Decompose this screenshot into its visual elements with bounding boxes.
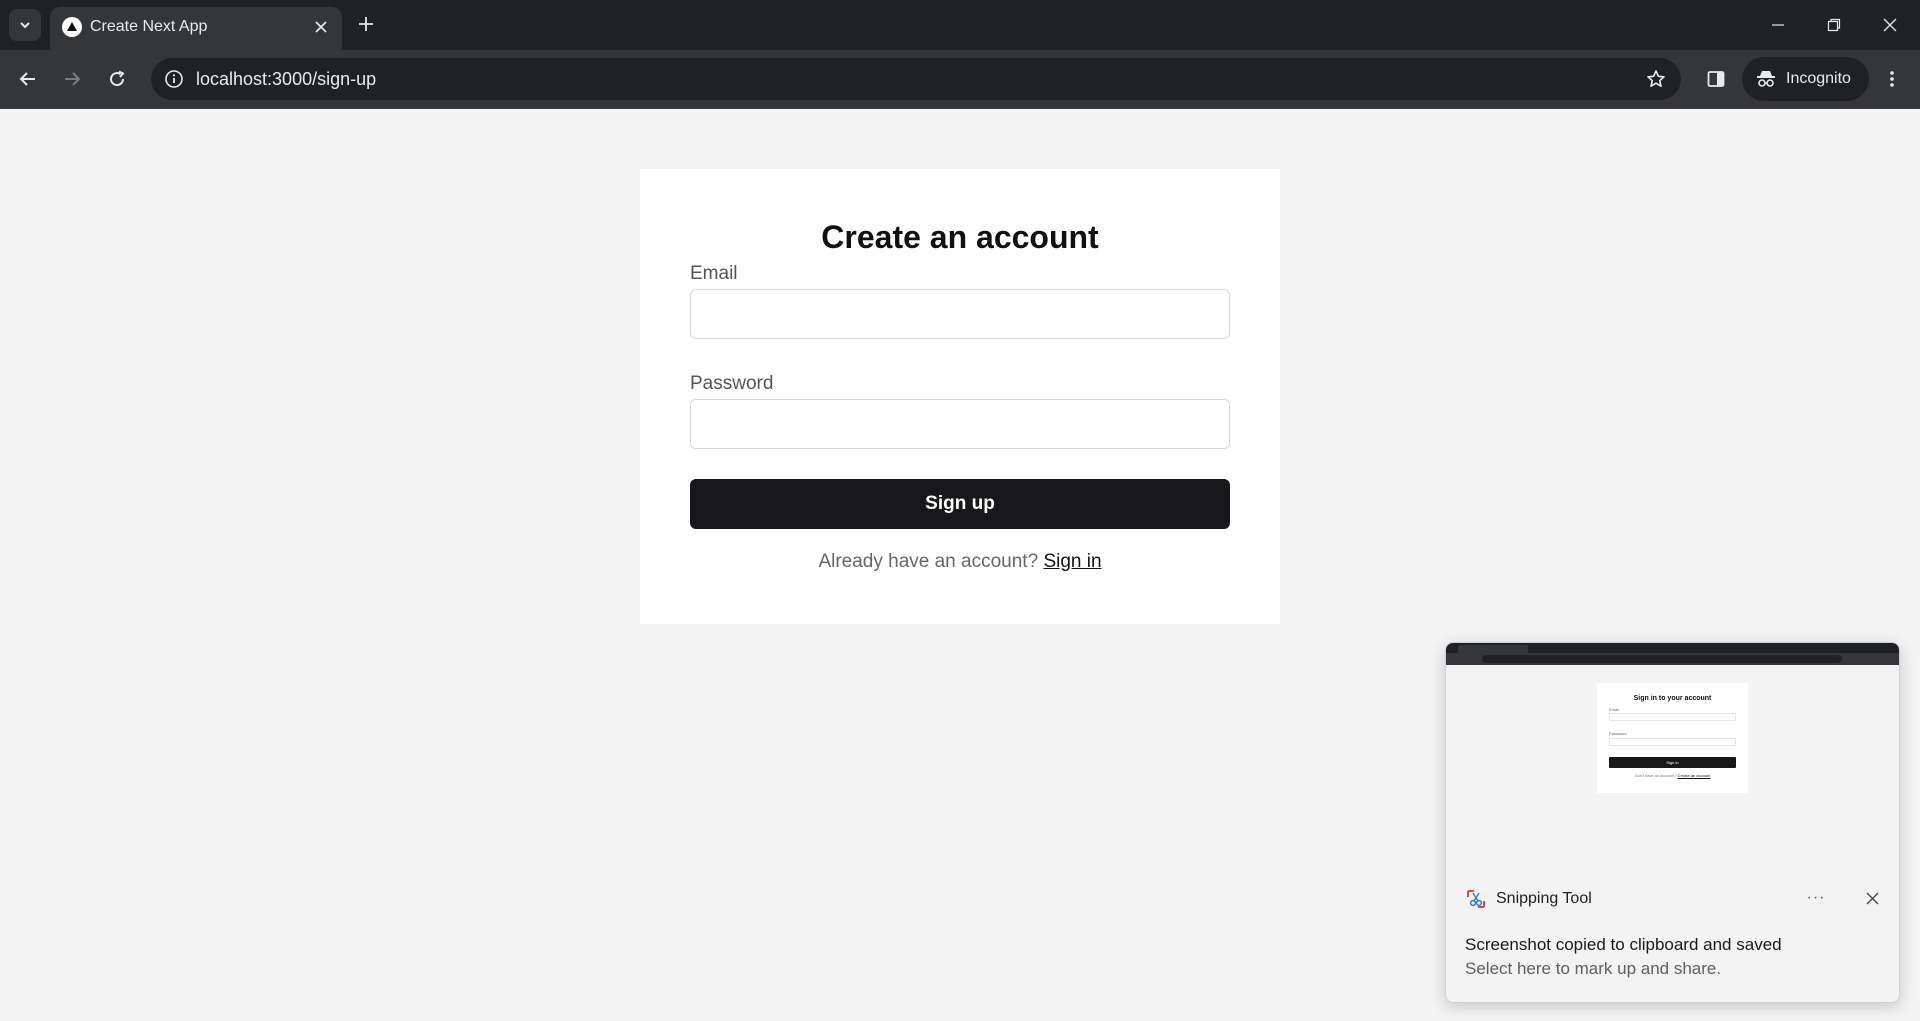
sign-in-link[interactable]: Sign in [1043, 551, 1101, 572]
snipping-tool-icon [1467, 890, 1485, 908]
close-icon [1883, 18, 1897, 32]
thumbnail-sign-in-button: Sign in [1609, 757, 1736, 768]
restore-button[interactable] [1806, 0, 1862, 50]
reload-button[interactable] [100, 62, 134, 96]
tab-title: Create Next App [90, 18, 208, 35]
site-info-button[interactable] [159, 64, 189, 94]
side-panel-button[interactable] [1699, 62, 1733, 96]
notification-close-button[interactable] [1857, 883, 1887, 913]
forward-button[interactable] [55, 62, 89, 96]
nextjs-favicon-icon [62, 17, 82, 37]
close-icon [1866, 892, 1878, 904]
star-icon [1647, 70, 1665, 87]
reload-icon [110, 70, 125, 87]
incognito-profile-button[interactable]: Incognito [1742, 57, 1869, 101]
thumbnail-footer: Don't have an account? Create an account [1597, 773, 1748, 778]
screenshot-thumbnail[interactable]: Sign in to your account Email Password S… [1446, 643, 1899, 867]
minimize-icon [1772, 24, 1784, 26]
thumbnail-password-label: Password [1609, 731, 1627, 736]
notification-more-button[interactable]: ··· [1801, 883, 1831, 913]
info-icon [165, 70, 183, 88]
sign-in-prompt: Already have an account? Sign in [640, 551, 1280, 573]
notification-header: Snipping Tool [1466, 889, 1592, 909]
page-title: Create an account [821, 219, 1099, 255]
more-horizontal-icon: ··· [1806, 889, 1826, 906]
bookmark-button[interactable] [1641, 64, 1671, 94]
more-vertical-icon [1890, 71, 1894, 87]
thumbnail-address-bar [1482, 655, 1842, 663]
email-label: Email [690, 263, 738, 284]
back-button[interactable] [11, 62, 45, 96]
signup-card: Create an account Email Password Sign up… [640, 169, 1280, 624]
address-bar[interactable]: localhost:3000/sign-up [151, 58, 1681, 100]
snipping-tool-notification[interactable]: Sign in to your account Email Password S… [1445, 642, 1900, 1003]
browser-menu-button[interactable] [1875, 62, 1909, 96]
side-panel-icon [1707, 71, 1725, 87]
thumbnail-toolbar [1446, 653, 1899, 665]
thumbnail-tab [1458, 645, 1528, 653]
plus-icon [359, 17, 373, 31]
password-field[interactable] [690, 399, 1230, 449]
password-label: Password [690, 373, 774, 394]
notification-app-name: Snipping Tool [1496, 890, 1592, 907]
tab-close-button[interactable] [308, 14, 334, 40]
arrow-left-icon [19, 72, 35, 86]
window-close-button[interactable] [1862, 0, 1918, 50]
incognito-icon [1757, 71, 1775, 87]
sign-in-prompt-text: Already have an account? [818, 551, 1039, 572]
chevron-down-icon [20, 22, 30, 29]
thumbnail-password-input [1609, 738, 1736, 746]
thumbnail-footer-link: Create an account [1677, 773, 1711, 778]
notification-subtext: Select here to mark up and share. [1465, 959, 1722, 978]
tab-search-button[interactable] [9, 9, 41, 41]
profile-label: Incognito [1786, 70, 1851, 87]
email-field[interactable] [690, 289, 1230, 339]
minimize-button[interactable] [1750, 0, 1806, 50]
arrow-right-icon [65, 72, 81, 86]
sign-up-button[interactable]: Sign up [690, 479, 1230, 529]
close-icon [315, 21, 327, 33]
thumbnail-tab-strip [1446, 643, 1899, 653]
thumbnail-email-input [1609, 713, 1736, 721]
notification-message: Screenshot copied to clipboard and saved [1465, 935, 1782, 954]
tab-strip: Create Next App [0, 0, 1920, 50]
thumbnail-signin-card: Sign in to your account Email Password S… [1597, 683, 1748, 793]
tab-active[interactable]: Create Next App [50, 7, 342, 50]
thumbnail-footer-text: Don't have an account? [1634, 773, 1677, 778]
thumbnail-email-label: Email [1609, 707, 1620, 712]
thumbnail-title: Sign in to your account [1633, 695, 1712, 702]
url-text: localhost:3000/sign-up [196, 69, 377, 89]
new-tab-button[interactable] [352, 10, 380, 38]
browser-toolbar: localhost:3000/sign-up Incognito [0, 50, 1920, 109]
restore-icon [1827, 18, 1841, 32]
